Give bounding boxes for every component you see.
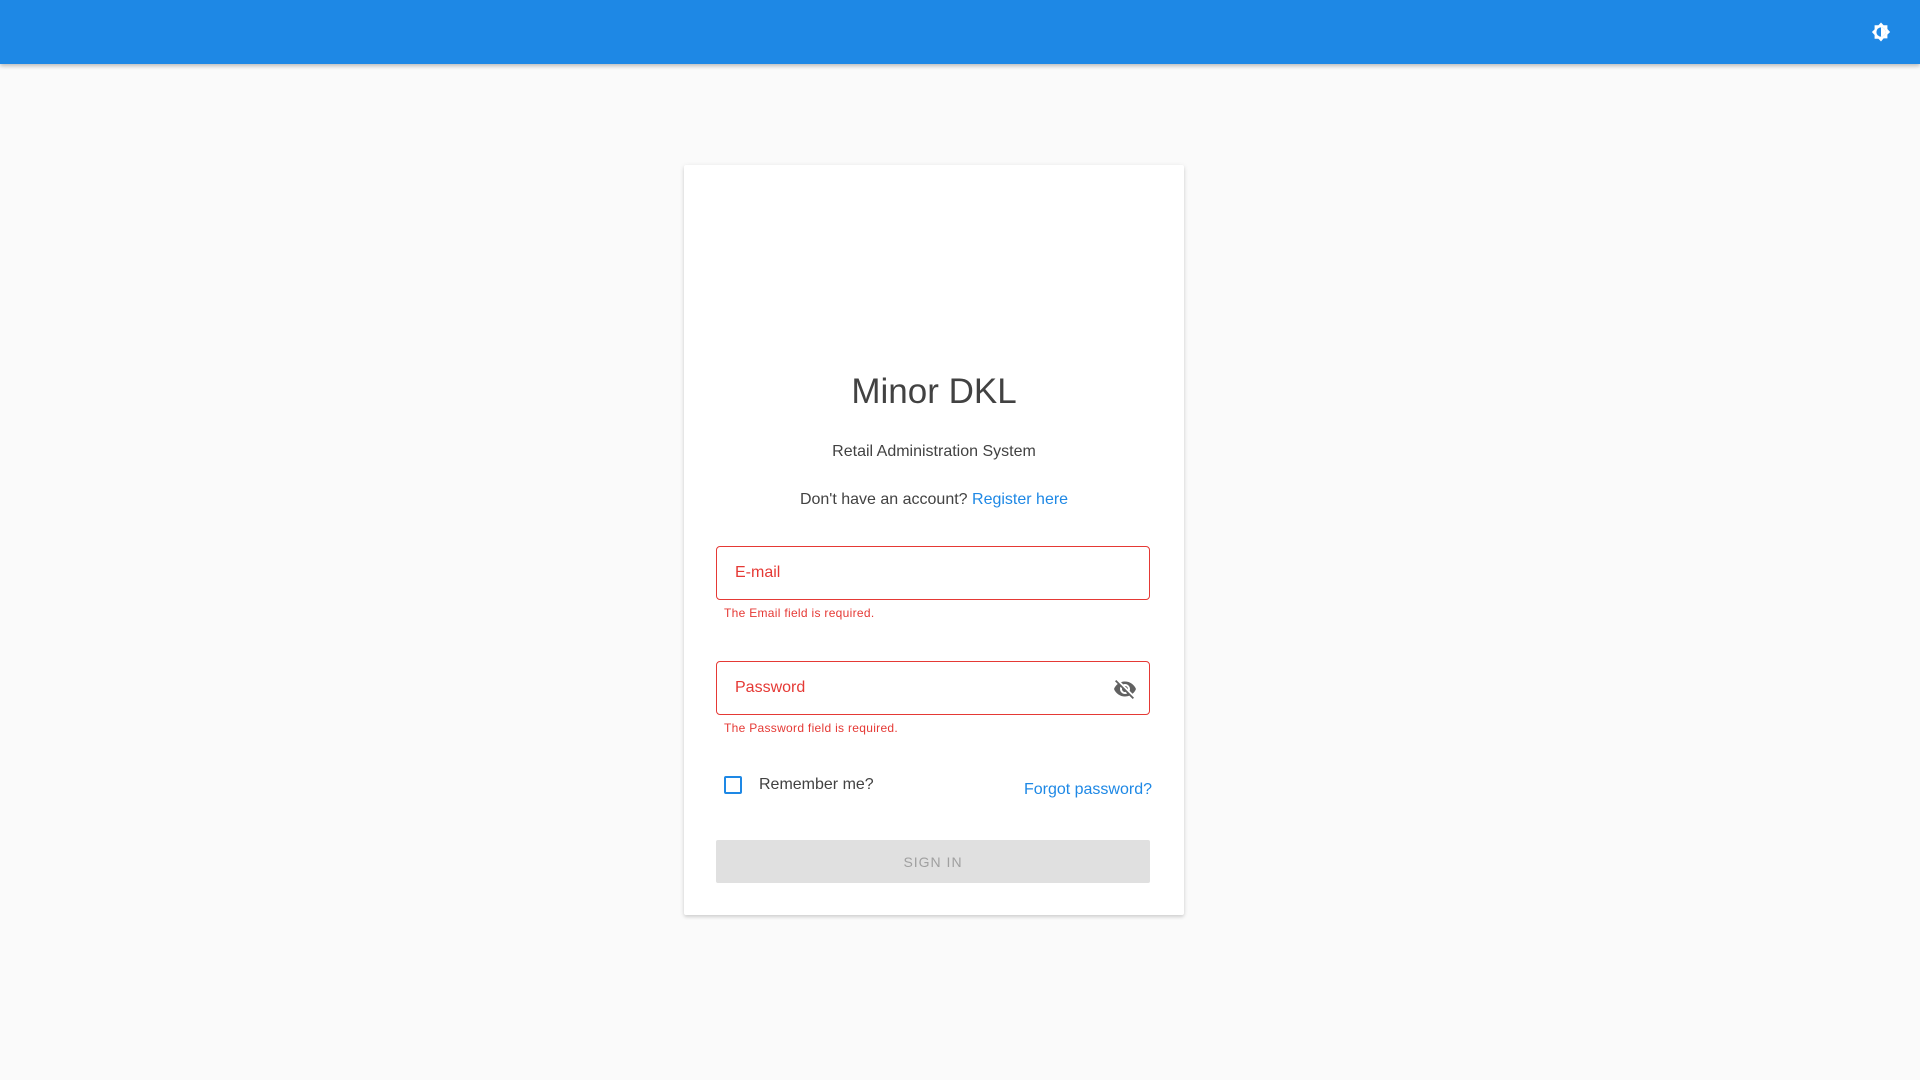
remember-me-label: Remember me?: [759, 776, 874, 793]
email-input[interactable]: [717, 547, 1149, 599]
password-visibility-toggle[interactable]: [1113, 677, 1137, 701]
email-field[interactable]: E-mail: [716, 546, 1150, 600]
page-subtitle: Retail Administration System: [832, 443, 1036, 460]
page-title: Minor DKL: [851, 372, 1017, 411]
brightness-icon: [1871, 22, 1891, 42]
eye-off-icon: [1114, 680, 1136, 699]
register-prompt: Don't have an account? Register here: [684, 491, 1184, 509]
password-error: The Password field is required.: [724, 721, 899, 735]
login-card: Minor DKL Retail Administration System D…: [684, 165, 1184, 915]
app-bar: [0, 0, 1920, 64]
no-account-text: Don't have an account?: [799, 491, 968, 508]
email-error: The Email field is required.: [724, 606, 875, 620]
register-link[interactable]: Register here: [972, 491, 1068, 508]
theme-toggle-button[interactable]: [1866, 17, 1896, 47]
password-input[interactable]: [717, 662, 1149, 714]
remember-me-checkbox[interactable]: Remember me?: [724, 776, 874, 794]
forgot-password-link[interactable]: Forgot password?: [1024, 781, 1152, 799]
sign-in-button[interactable]: SIGN IN: [716, 840, 1150, 883]
checkbox-box[interactable]: [724, 776, 742, 794]
password-field[interactable]: Password: [716, 661, 1150, 715]
